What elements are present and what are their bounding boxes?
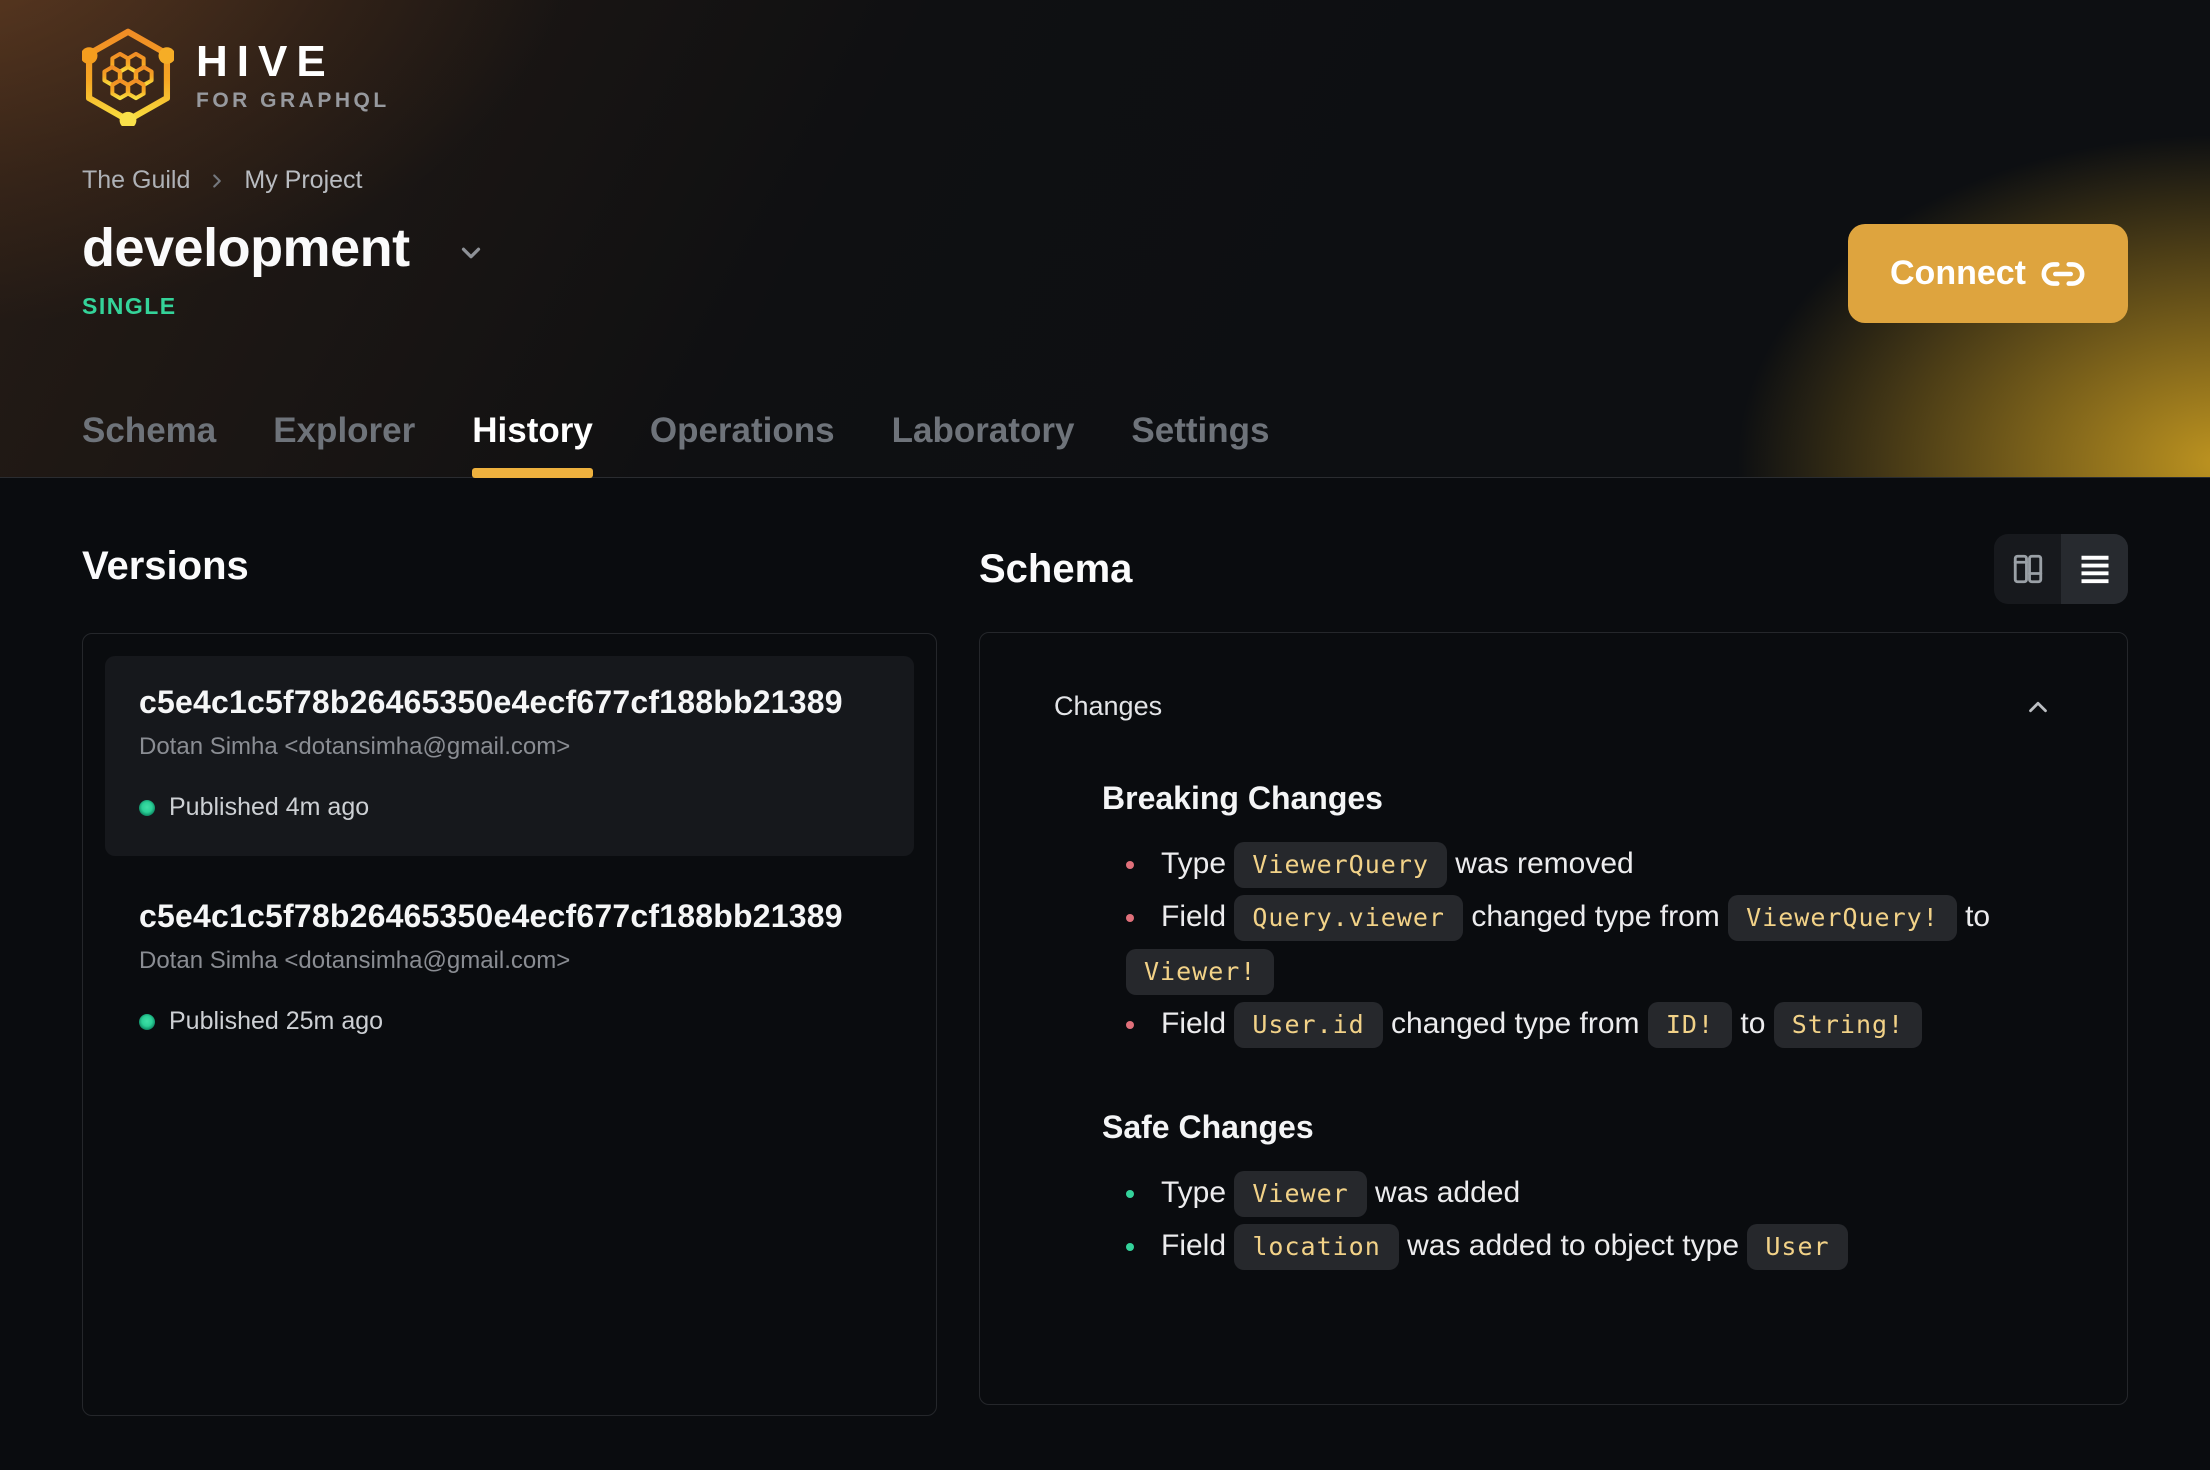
tab-settings[interactable]: Settings [1131, 411, 1269, 477]
change-item: Field location was added to object type … [1126, 1219, 2053, 1272]
breadcrumb-project-link[interactable]: My Project [244, 166, 362, 195]
page-header: HIVE FOR GRAPHQL The Guild My Project de… [0, 0, 2210, 478]
version-author: Dotan Simha <dotansimha@gmail.com> [139, 733, 571, 760]
main-content: Versions c5e4c1c5f78b26465350e4ecf677cf1… [0, 478, 2210, 1416]
change-text: Field [1161, 1007, 1235, 1041]
change-text: changed type from [1462, 900, 1729, 934]
version-status: Published 4m ago [139, 793, 880, 822]
change-item: Type Viewer was added [1126, 1166, 2053, 1219]
change-text: Type [1161, 1175, 1235, 1209]
version-hash: c5e4c1c5f78b26465350e4ecf677cf188bb21389 [139, 684, 843, 720]
change-text: was added [1366, 1175, 1521, 1209]
version-author: Dotan Simha <dotansimha@gmail.com> [139, 947, 571, 974]
change-text: Type [1161, 847, 1235, 880]
change-text: was removed [1446, 847, 1634, 880]
version-hash: c5e4c1c5f78b26465350e4ecf677cf188bb21389 [139, 898, 843, 934]
versions-heading: Versions [82, 544, 249, 588]
change-text: to [1956, 900, 1991, 934]
version-item[interactable]: c5e4c1c5f78b26465350e4ecf677cf188bb21389… [105, 656, 914, 856]
list-view-icon [2081, 555, 2108, 584]
code-chip: ID! [1647, 1002, 1733, 1049]
safe-changes-list: Type Viewer was addedField location was … [1102, 1166, 2053, 1273]
schema-heading: Schema [979, 546, 1133, 591]
brand-wordmark: HIVE FOR GRAPHQL [196, 36, 390, 113]
brand-tagline: FOR GRAPHQL [196, 89, 390, 113]
change-item: Type ViewerQuery was removed [1126, 837, 2053, 890]
code-chip: User.id [1234, 1002, 1383, 1049]
change-text: to [1732, 1007, 1774, 1041]
tab-bar: Schema Explorer History Operations Labor… [82, 411, 2128, 478]
chevron-down-icon[interactable] [456, 238, 486, 268]
version-status-text: Published 4m ago [169, 793, 370, 821]
code-chip: Viewer! [1126, 948, 1275, 995]
published-dot-icon [139, 1013, 155, 1030]
version-item[interactable]: c5e4c1c5f78b26465350e4ecf677cf188bb21389… [105, 870, 914, 1070]
connect-button-label: Connect [1890, 254, 2026, 292]
chevron-right-icon [213, 173, 222, 188]
chevron-up-icon [2029, 701, 2047, 712]
change-text: was added to object type [1398, 1228, 1748, 1262]
brand-name: HIVE [196, 36, 335, 86]
tab-laboratory[interactable]: Laboratory [892, 411, 1075, 477]
code-chip: Query.viewer [1234, 895, 1463, 942]
breaking-changes-title: Breaking Changes [1102, 780, 1383, 816]
changes-body: Breaking Changes Type ViewerQuery was re… [1102, 780, 2053, 1272]
tab-label: Operations [649, 411, 835, 450]
versions-panel: c5e4c1c5f78b26465350e4ecf677cf188bb21389… [82, 633, 937, 1416]
safe-changes-title: Safe Changes [1102, 1108, 1314, 1145]
change-item: Field Query.viewer changed type from Vie… [1126, 890, 2053, 997]
code-chip: Viewer [1234, 1170, 1367, 1217]
tab-operations[interactable]: Operations [650, 411, 835, 477]
code-chip: ViewerQuery [1234, 842, 1447, 888]
target-title-row: development [82, 217, 2128, 279]
change-text: Field [1161, 1228, 1235, 1262]
tab-explorer[interactable]: Explorer [273, 411, 415, 477]
schema-column: Schema Changes Breaking Changes • Type V… [979, 478, 2128, 1416]
change-text: changed type from [1382, 1007, 1648, 1041]
view-toggle [1994, 534, 2128, 604]
schema-changes-panel: Changes Breaking Changes Type ViewerQuer… [979, 632, 2128, 1405]
tab-label: Settings [1131, 411, 1270, 450]
changes-collapse-toggle[interactable]: Changes [1054, 691, 2053, 722]
tab-schema[interactable]: Schema [82, 411, 216, 477]
code-chip: String! [1773, 1002, 1923, 1049]
breadcrumb: The Guild My Project [82, 166, 2128, 195]
tab-label: History [472, 411, 593, 450]
changes-label: Changes [1054, 691, 1163, 721]
link-icon [2041, 261, 2085, 286]
tab-label: Schema [82, 411, 217, 450]
hive-logo-icon [82, 28, 174, 126]
code-chip: ViewerQuery! [1728, 895, 1957, 942]
code-chip: User [1747, 1223, 1848, 1270]
breadcrumb-org-link[interactable]: The Guild [82, 166, 190, 195]
target-type-badge: SINGLE [82, 293, 177, 319]
brand-logo[interactable]: HIVE FOR GRAPHQL [82, 26, 2128, 126]
version-status-text: Published 25m ago [169, 1007, 384, 1035]
breaking-changes-list: Type ViewerQuery was removedField Query.… [1102, 837, 2053, 1051]
version-status: Published 25m ago [139, 1007, 880, 1036]
tab-history[interactable]: History [472, 411, 593, 478]
versions-column: Versions c5e4c1c5f78b26465350e4ecf677cf1… [82, 478, 937, 1416]
list-view-button[interactable] [2061, 534, 2128, 604]
columns-view-button[interactable] [1994, 534, 2061, 604]
schema-header: Schema [979, 534, 2128, 604]
target-title: development [82, 218, 410, 278]
published-dot-icon [139, 799, 155, 816]
change-text: Field [1161, 900, 1235, 934]
columns-view-icon [2013, 554, 2042, 584]
tab-label: Laboratory [891, 411, 1075, 450]
tab-label: Explorer [273, 411, 416, 450]
code-chip: location [1234, 1223, 1399, 1270]
change-item: Field User.id changed type from ID! to S… [1126, 997, 2053, 1050]
connect-button[interactable]: Connect [1848, 224, 2128, 323]
